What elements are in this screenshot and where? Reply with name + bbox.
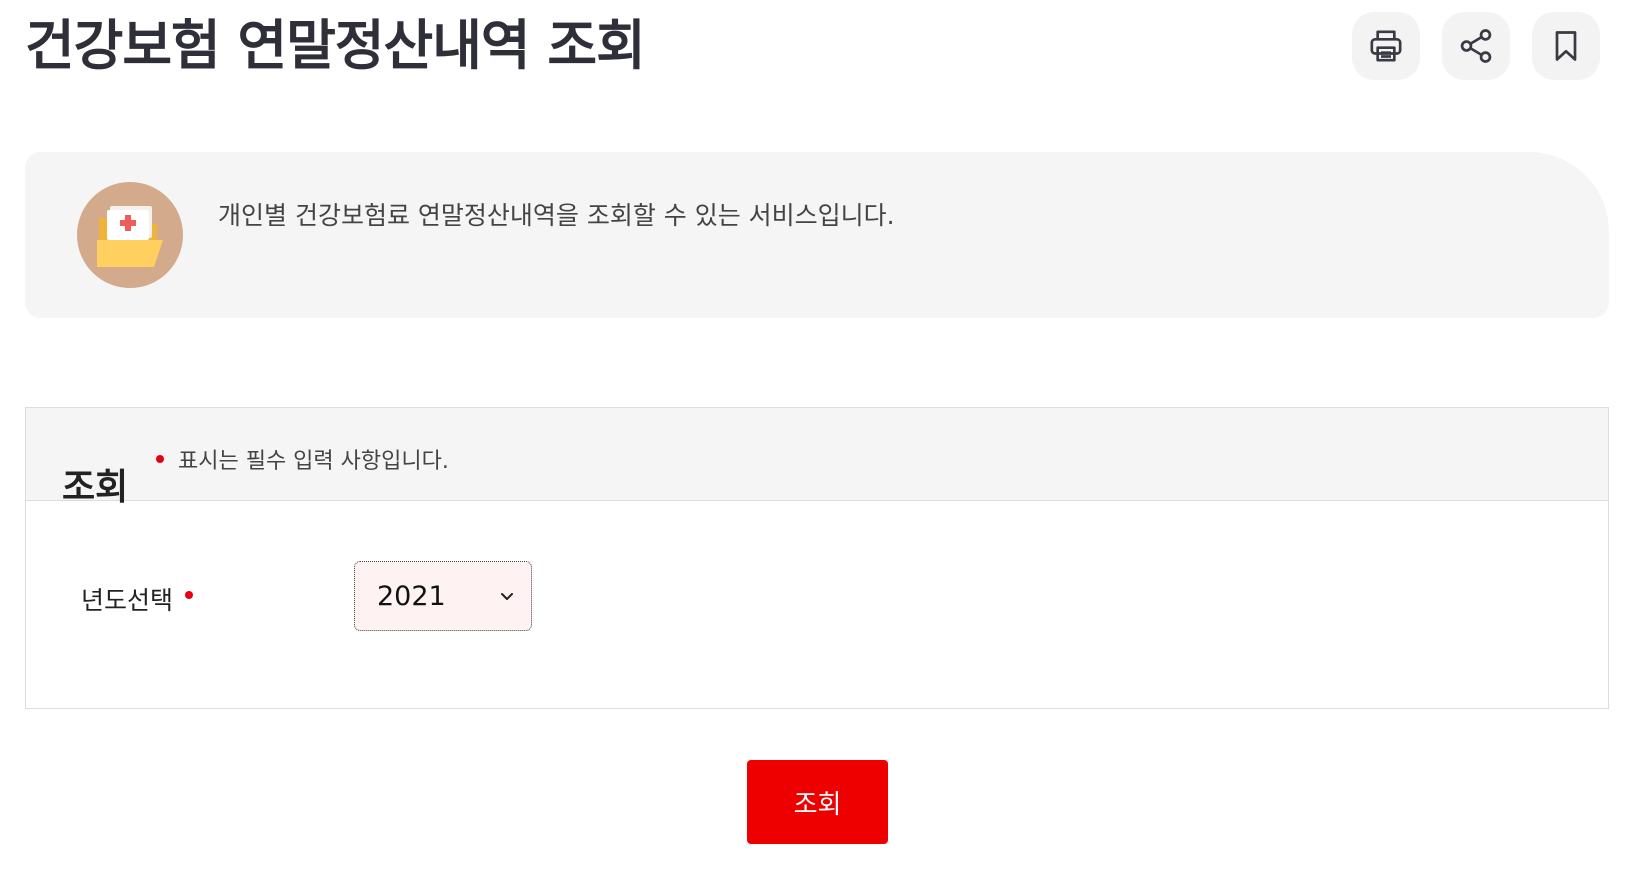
year-select-value: 2021 [377,580,446,612]
year-label: 년도선택 [81,581,194,617]
required-note-text: 표시는 필수 입력 사항입니다. [178,449,449,474]
query-panel: 조회 표시는 필수 입력 사항입니다. 년도선택 2021 [25,407,1609,709]
share-button[interactable] [1442,12,1510,80]
bookmark-icon [1555,31,1577,61]
printer-icon [1370,30,1402,62]
share-icon [1460,29,1492,63]
medical-folder-icon [77,182,183,288]
year-field-row: 년도선택 2021 [26,501,1608,707]
search-submit-button[interactable]: 조회 [747,760,888,844]
service-intro-box: 개인별 건강보험료 연말정산내역을 조회할 수 있는 서비스입니다. [25,152,1609,318]
required-dot-icon [185,591,194,599]
print-button[interactable] [1352,12,1420,80]
query-header: 조회 표시는 필수 입력 사항입니다. [26,408,1608,508]
service-description: 개인별 건강보험료 연말정산내역을 조회할 수 있는 서비스입니다. [218,201,895,230]
required-note: 표시는 필수 입력 사항입니다. [156,443,449,475]
page-title: 건강보험 연말정산내역 조회 [25,14,646,77]
year-select[interactable]: 2021 [354,561,532,631]
bookmark-button[interactable] [1532,12,1600,80]
chevron-down-icon [501,593,513,600]
year-label-text: 년도선택 [81,586,174,615]
required-dot-icon [156,455,164,463]
